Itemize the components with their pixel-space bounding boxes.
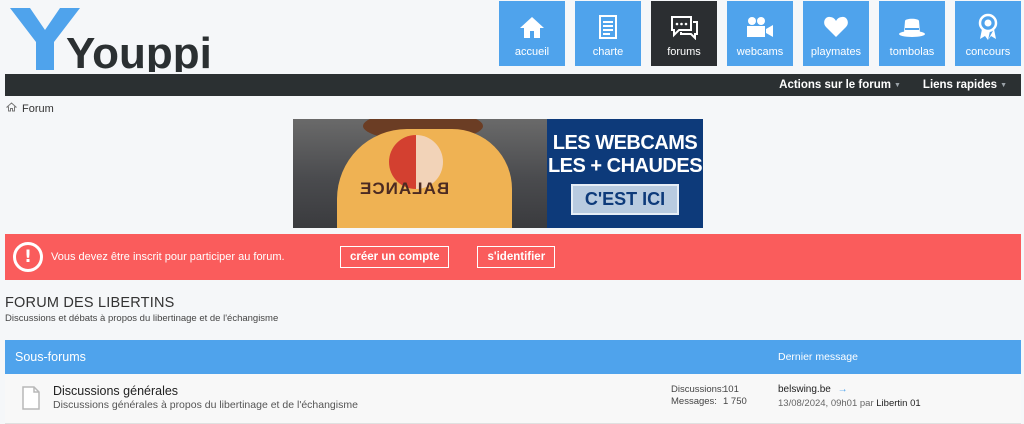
- subforum-name-link[interactable]: Discussions générales: [53, 384, 178, 398]
- forum-actions-label: Actions sur le forum: [779, 79, 891, 91]
- nav-concours[interactable]: concours: [955, 1, 1021, 66]
- login-button[interactable]: s'identifier: [477, 246, 556, 268]
- nav-label: playmates: [810, 46, 862, 58]
- subforum-description: Discussions générales à propos du libert…: [53, 399, 358, 411]
- forum-read-icon: [21, 386, 41, 415]
- webcam-banner[interactable]: BALANCE LES WEBCAMS LES + CHAUDES C'EST …: [293, 119, 703, 228]
- nav-label: tombolas: [889, 46, 935, 58]
- subforum-stats: Discussions: 101 Messages: 1 750: [671, 384, 747, 408]
- nav-label: concours: [965, 46, 1011, 58]
- page-description: Discussions et débats à propos du libert…: [5, 313, 279, 324]
- nav-accueil[interactable]: accueil: [499, 1, 565, 66]
- award-icon: [976, 12, 1000, 42]
- banner-line1: LES WEBCAMS: [552, 132, 698, 154]
- last-post-by: par: [859, 398, 874, 409]
- caret-down-icon: ▼: [1000, 81, 1007, 89]
- breadcrumb: Forum: [5, 102, 54, 115]
- banner-line2: LES + CHAUDES: [547, 155, 703, 177]
- nav-label: accueil: [514, 46, 550, 58]
- discussions-label: Discussions:: [671, 384, 725, 395]
- table-row: Discussions générales Discussions généra…: [5, 374, 1021, 424]
- nav-forums[interactable]: forums: [651, 1, 717, 66]
- alert-message: Vous devez être inscrit pour participer …: [51, 251, 285, 263]
- create-account-button[interactable]: créer un compte: [340, 246, 450, 268]
- forum-actions-menu[interactable]: Actions sur le forum ▼: [779, 79, 901, 91]
- exclamation-icon: !: [13, 242, 43, 272]
- last-post-date: 13/08/2024, 09h01: [778, 398, 858, 409]
- registration-alert: ! Vous devez être inscrit pour participe…: [5, 234, 1021, 280]
- site-logo[interactable]: Youppie: [8, 4, 213, 72]
- quick-links-menu[interactable]: Liens rapides ▼: [923, 79, 1007, 91]
- messages-label: Messages:: [671, 396, 717, 407]
- last-post-user-link[interactable]: Libertin 01: [876, 398, 920, 409]
- last-message-column-header: Dernier message: [778, 351, 858, 363]
- nav-label: forums: [667, 46, 701, 58]
- camera-icon: [745, 12, 775, 42]
- caret-down-icon: ▼: [893, 81, 901, 89]
- nav-label: webcams: [736, 46, 784, 58]
- go-to-post-arrow-icon[interactable]: →: [838, 384, 848, 395]
- nav-webcams[interactable]: webcams: [727, 1, 793, 66]
- nav-tombolas[interactable]: tombolas: [879, 1, 945, 66]
- document-icon: [598, 12, 618, 42]
- quick-links-label: Liens rapides: [922, 79, 998, 91]
- banner-text-panel: LES WEBCAMS LES + CHAUDES C'EST ICI: [547, 119, 703, 228]
- discussions-count: 101: [723, 384, 739, 395]
- main-nav: accueil charte forums webcams playmates …: [499, 1, 1021, 66]
- subforum-table-header: Sous-forums Dernier message: [5, 340, 1021, 374]
- nav-playmates[interactable]: playmates: [803, 1, 869, 66]
- chat-icon: [669, 12, 699, 42]
- banner-photo: BALANCE: [293, 119, 547, 228]
- forum-topbar: Actions sur le forum ▼ Liens rapides ▼: [5, 74, 1021, 96]
- logo-text: Youppie: [66, 29, 213, 72]
- banner-shirt-text: BALANCE: [359, 179, 450, 198]
- nav-charte[interactable]: charte: [575, 1, 641, 66]
- page-title: FORUM DES LIBERTINS: [5, 295, 175, 311]
- subforums-column-header: Sous-forums: [15, 350, 86, 364]
- nav-label: charte: [592, 46, 624, 58]
- messages-count: 1 750: [723, 396, 747, 407]
- last-post: belswing.be → 13/08/2024, 09h01 par Libe…: [778, 384, 921, 409]
- home-icon: [519, 12, 545, 42]
- last-post-title-link[interactable]: belswing.be: [778, 384, 831, 395]
- home-icon: [5, 102, 18, 115]
- banner-cta-button[interactable]: C'EST ICI: [570, 184, 680, 215]
- breadcrumb-forum-link[interactable]: Forum: [22, 103, 54, 115]
- hat-icon: [897, 12, 927, 42]
- heart-icon: [823, 12, 849, 42]
